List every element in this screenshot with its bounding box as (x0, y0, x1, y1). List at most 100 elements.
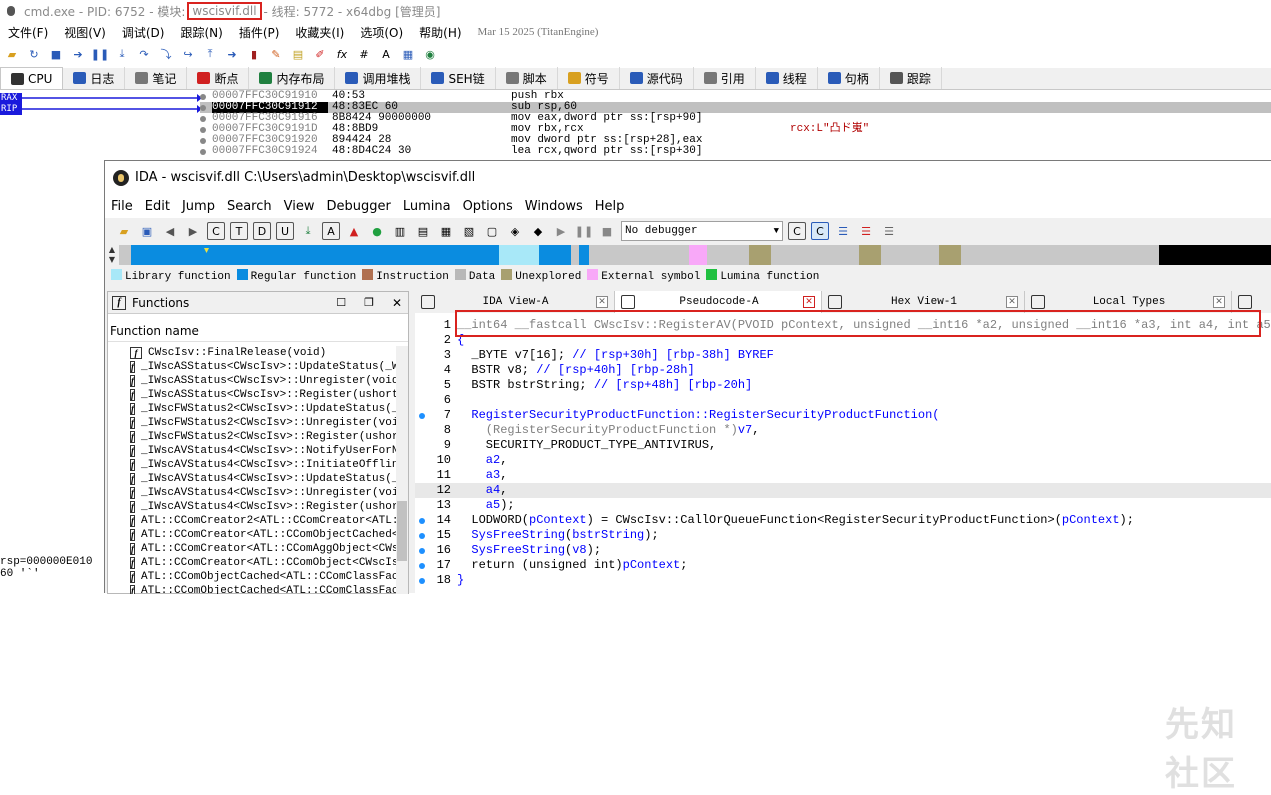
menu-item[interactable]: View (278, 199, 321, 214)
tab-0[interactable]: CPU (0, 67, 64, 89)
code-line[interactable]: 10 a2, (415, 453, 1271, 468)
menu-item[interactable]: 收藏夹(I) (287, 24, 352, 41)
list-icon[interactable]: ☰ (834, 222, 852, 240)
list-red-icon[interactable]: ☰ (857, 222, 875, 240)
debugger-select[interactable]: No debugger ▼ (621, 221, 783, 241)
comment-icon[interactable]: ✎ (268, 46, 284, 62)
window-icon[interactable]: ▢ (483, 222, 501, 240)
data-icon[interactable]: D (253, 222, 271, 240)
code-line[interactable]: 4 BSTR v8; // [rsp+40h] [rbp-28h] (415, 363, 1271, 378)
restore-icon[interactable]: ❐ (358, 296, 380, 309)
code-line[interactable]: 14 LODWORD(pContext) = CWscIsv::CallOrQu… (415, 513, 1271, 528)
c-icon[interactable]: C (811, 222, 829, 240)
breakpoint-dot-icon[interactable] (200, 116, 206, 122)
function-row[interactable]: f CWscIsv::FinalRelease(void) (108, 346, 396, 360)
close-icon[interactable]: ✕ (1213, 296, 1225, 308)
open-icon[interactable]: ▰ (4, 46, 20, 62)
breakpoint-dot-icon[interactable] (200, 127, 206, 133)
nav-scroll-arrows[interactable]: ▲ ▼ (105, 245, 119, 265)
tab-1[interactable]: 日志 (63, 67, 126, 89)
text-icon[interactable]: T (230, 222, 248, 240)
function-icon[interactable]: fx (334, 46, 350, 62)
scroll-thumb[interactable] (397, 501, 407, 561)
menu-item[interactable]: Options (457, 199, 519, 214)
function-row[interactable]: f _IWscAVStatus4<CWscIsv>::UpdateStatus(_… (108, 472, 396, 486)
close-icon[interactable]: ✕ (596, 296, 608, 308)
font-icon[interactable]: A (378, 46, 394, 62)
pseudocode-view[interactable]: 1 __int64 __fastcall CWscIsv::RegisterAV(… (415, 313, 1271, 594)
menu-item[interactable]: Windows (519, 199, 589, 214)
breakpoint-dot-icon[interactable] (200, 138, 206, 144)
jump-icon[interactable]: ⤓ (299, 222, 317, 240)
functions-column-header[interactable]: Function name (108, 320, 408, 342)
code-line[interactable]: 16 SysFreeString(v8); (415, 543, 1271, 558)
function-row[interactable]: f _IWscFWStatus2<CWscIsv>::UpdateStatus(_… (108, 402, 396, 416)
function-row[interactable]: f _IWscASStatus<CWscIsv>::UpdateStatus(_W… (108, 360, 396, 374)
pause-icon[interactable]: ❚❚ (575, 222, 593, 240)
menu-item[interactable]: Lumina (397, 199, 457, 214)
menu-item[interactable]: Help (589, 199, 631, 214)
tab-4[interactable]: 内存布局 (249, 67, 336, 89)
code-icon[interactable]: C (207, 222, 225, 240)
menu-item[interactable]: File (105, 199, 139, 214)
hash-icon[interactable]: # (356, 46, 372, 62)
function-row[interactable]: f _IWscAVStatus4<CWscIsv>::InitiateOfflin… (108, 458, 396, 472)
menu-item[interactable]: 跟踪(N) (172, 24, 230, 41)
list-gray-icon[interactable]: ☰ (880, 222, 898, 240)
step-over-icon[interactable]: ↷ (136, 46, 152, 62)
function-row[interactable]: f _IWscAVStatus4<CWscIsv>::Unregister(voi… (108, 486, 396, 500)
disassembly-view[interactable]: 00007FFC30C91910 40:53 push rbx 00007FFC30C… (200, 90, 1271, 160)
trace-into-icon[interactable]: ⤵ (158, 46, 174, 62)
function-row[interactable]: f ATL::CComCreator<ATL::CComAggObject<CWs… (108, 542, 396, 556)
code-line[interactable]: 13 a5); (415, 498, 1271, 513)
menu-item[interactable]: Jump (176, 199, 221, 214)
tab-3[interactable]: 断点 (187, 67, 250, 89)
code-line[interactable]: 11 a3, (415, 468, 1271, 483)
breakpoint-dot-icon[interactable] (200, 94, 206, 100)
status-icon[interactable]: ● (368, 222, 386, 240)
code-line[interactable]: 3 _BYTE v7[16]; // [rsp+30h] [rbp-38h] B… (415, 348, 1271, 363)
script-icon[interactable]: ▮ (246, 46, 262, 62)
unexplored-icon[interactable]: U (276, 222, 294, 240)
menu-item[interactable]: 调试(D) (114, 24, 173, 41)
function-row[interactable]: f _IWscFWStatus2<CWscIsv>::Unregister(voi… (108, 416, 396, 430)
tab-11[interactable]: 线程 (756, 67, 818, 89)
function-row[interactable]: f ATL::CComCreator<ATL::CComObject<CWscIs… (108, 556, 396, 570)
close-icon[interactable]: ✕ (803, 296, 815, 308)
code-line[interactable]: 15 SysFreeString(bstrString); (415, 528, 1271, 543)
function-row[interactable]: f _IWscASStatus<CWscIsv>::Register(ushort… (108, 388, 396, 402)
diamond-icon[interactable]: ◆ (529, 222, 547, 240)
maximize-icon[interactable]: ☐ (330, 296, 352, 309)
segment-icon[interactable]: ▥ (391, 222, 409, 240)
menu-item[interactable]: Edit (139, 199, 176, 214)
menu-item[interactable]: 帮助(H) (411, 24, 469, 41)
ascii-icon[interactable]: A (322, 222, 340, 240)
graph-icon[interactable]: ▲ (345, 222, 363, 240)
function-row[interactable]: f ATL::CComObjectCached<ATL::CComClassFac… (108, 570, 396, 584)
tab-13[interactable]: 跟踪 (880, 67, 942, 89)
save-icon[interactable]: ▣ (138, 222, 156, 240)
menu-item[interactable]: Search (221, 199, 278, 214)
menu-item[interactable]: 插件(P) (231, 24, 288, 41)
code-line[interactable]: 9 SECURITY_PRODUCT_TYPE_ANTIVIRUS, (415, 438, 1271, 453)
execute-till-return-icon[interactable]: ⤒ (202, 46, 218, 62)
patch-icon[interactable]: ◈ (506, 222, 524, 240)
bookmark-icon[interactable]: ✐ (312, 46, 328, 62)
names-icon[interactable]: ▧ (460, 222, 478, 240)
stop-icon[interactable]: ■ (598, 222, 616, 240)
forward-icon[interactable]: ▶ (184, 222, 202, 240)
menu-item[interactable]: 文件(F) (0, 24, 56, 41)
function-row[interactable]: f _IWscAVStatus4<CWscIsv>::Register(ushor… (108, 500, 396, 514)
function-row[interactable]: f ATL::CComCreator<ATL::CComObjectCached<… (108, 528, 396, 542)
code-line[interactable]: 5 BSTR bstrString; // [rsp+48h] [rbp-20h… (415, 378, 1271, 393)
function-row[interactable]: f ATL::CComCreator2<ATL::CComCreator<ATL:… (108, 514, 396, 528)
code-line[interactable]: 17 return (unsigned int)pContext; (415, 558, 1271, 573)
navigation-band[interactable] (119, 245, 1271, 265)
run-icon[interactable]: ➔ (70, 46, 86, 62)
play-icon[interactable]: ▶ (552, 222, 570, 240)
menu-item[interactable]: 视图(V) (56, 24, 114, 41)
tab-8[interactable]: 符号 (558, 67, 620, 89)
restart-icon[interactable]: ↻ (26, 46, 42, 62)
tab-2[interactable]: 笔记 (125, 67, 188, 89)
menu-item[interactable]: 选项(O) (352, 24, 411, 41)
